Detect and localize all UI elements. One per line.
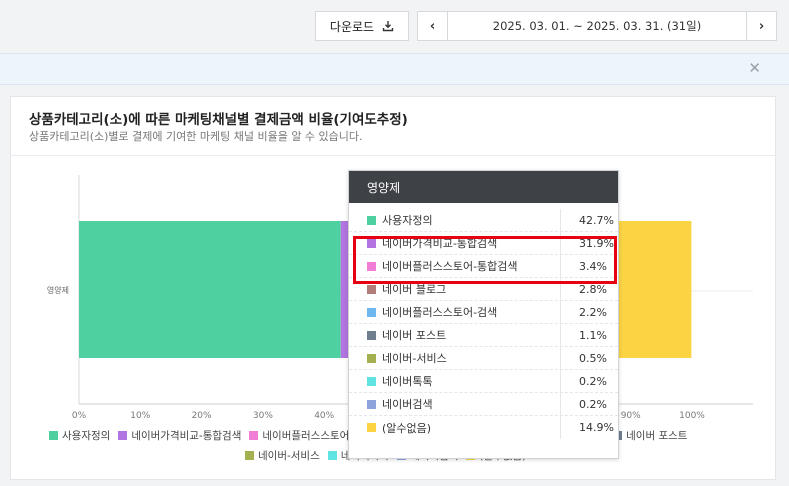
date-range-display[interactable]: 2025. 03. 01. ~ 2025. 03. 31. (31일)	[448, 11, 746, 41]
tooltip-value: 0.2%	[579, 397, 607, 411]
download-icon	[382, 21, 394, 32]
tooltip-swatch	[367, 399, 376, 409]
tooltip-value: 42.7%	[579, 213, 614, 227]
prev-month-button[interactable]: ‹	[417, 11, 448, 41]
chart-tooltip: 영양제 사용자정의 42.7% 네이버가격비교-통합검색 31.9% 네이버플러스스토어…	[348, 170, 619, 459]
tooltip-swatch	[367, 330, 376, 340]
legend-swatch	[327, 450, 337, 460]
tooltip-value: 0.5%	[579, 351, 607, 365]
x-tick-label: 40%	[314, 411, 334, 421]
next-month-button[interactable]: ›	[746, 11, 777, 41]
tooltip-row: 네이버-서비스 0.5%	[349, 346, 618, 370]
x-tick-label: 20%	[192, 411, 212, 421]
close-icon[interactable]: ✕	[748, 59, 761, 77]
legend-item[interactable]: 네이버 포스트	[613, 427, 687, 443]
tooltip-swatch	[367, 307, 376, 317]
top-toolbar: 다운로드 ‹ 2025. 03. 01. ~ 2025. 03. 31. (31…	[0, 0, 789, 52]
x-tick-label: 0%	[72, 411, 87, 421]
legend-label: 사용자정의	[62, 429, 111, 442]
tooltip-value: 14.9%	[579, 421, 614, 434]
tooltip-label: 네이버플러스스토어-통합검색	[382, 260, 518, 273]
tooltip-swatch	[367, 376, 376, 386]
legend-item[interactable]: 사용자정의	[49, 427, 110, 443]
tooltip-label: 네이버검색	[382, 398, 433, 411]
legend-swatch	[245, 450, 254, 460]
tooltip-row: 사용자정의 42.7%	[349, 208, 618, 232]
legend-item[interactable]: 네이버가격비교-통합검색	[118, 427, 241, 443]
tooltip-row: 네이버플러스스토어-통합검색 3.4%	[349, 254, 618, 278]
legend-swatch	[49, 430, 58, 440]
bar-segment	[79, 221, 341, 358]
tooltip-value: 2.8%	[579, 282, 607, 296]
tooltip-label: 네이버플러스스토어-검색	[382, 306, 498, 319]
tooltip-label: 네이버 블로그	[382, 283, 447, 296]
tooltip-row: (알수없음) 14.9%	[349, 416, 618, 439]
tooltip-title: 영양제	[349, 171, 618, 203]
x-tick-label: 10%	[130, 411, 150, 421]
tooltip-rows: 사용자정의 42.7% 네이버가격비교-통합검색 31.9% 네이버플러스스토어-통합검…	[349, 208, 618, 439]
date-range-picker: ‹ 2025. 03. 01. ~ 2025. 03. 31. (31일) ›	[417, 11, 777, 41]
x-tick-label: 30%	[253, 411, 273, 421]
tooltip-label: 네이버-서비스	[382, 352, 447, 365]
y-tick-label: 영양제	[47, 285, 69, 295]
tooltip-swatch	[367, 261, 376, 271]
tooltip-swatch	[367, 284, 376, 294]
notice-bar: ✕	[0, 53, 789, 85]
tooltip-row: 네이버검색 0.2%	[349, 392, 618, 416]
legend-label: 네이버가격비교-통합검색	[131, 429, 242, 442]
tooltip-value: 0.2%	[579, 374, 607, 388]
legend-label: 네이버 포스트	[626, 429, 688, 442]
legend-swatch	[249, 430, 259, 440]
tooltip-row: 네이버플러스스토어-검색 2.2%	[349, 300, 618, 324]
tooltip-label: (알수없음)	[382, 421, 432, 435]
tooltip-row: 네이버 블로그 2.8%	[349, 277, 618, 301]
download-label: 다운로드	[329, 19, 375, 34]
tooltip-swatch	[367, 238, 376, 248]
tooltip-swatch	[367, 423, 376, 432]
tooltip-value: 2.2%	[579, 305, 607, 319]
x-tick-label: 90%	[621, 411, 641, 421]
tooltip-swatch	[367, 353, 376, 363]
tooltip-swatch	[367, 215, 376, 225]
legend-swatch	[118, 430, 128, 440]
tooltip-value: 31.9%	[579, 236, 614, 250]
tooltip-label: 네이버가격비교-통합검색	[382, 237, 498, 250]
tooltip-value: 3.4%	[579, 259, 607, 273]
download-button[interactable]: 다운로드	[315, 11, 409, 41]
legend-label: 네이버-서비스	[258, 449, 320, 462]
legend-item[interactable]: 네이버-서비스	[245, 447, 320, 463]
x-tick-label: 100%	[679, 411, 705, 421]
tooltip-label: 네이버톡톡	[382, 375, 433, 388]
tooltip-row: 네이버 포스트 1.1%	[349, 323, 618, 347]
tooltip-row: 네이버톡톡 0.2%	[349, 369, 618, 393]
tooltip-value: 1.1%	[579, 328, 607, 342]
tooltip-row: 네이버가격비교-통합검색 31.9%	[349, 231, 618, 255]
tooltip-label: 네이버 포스트	[382, 329, 447, 342]
tooltip-label: 사용자정의	[382, 214, 433, 227]
